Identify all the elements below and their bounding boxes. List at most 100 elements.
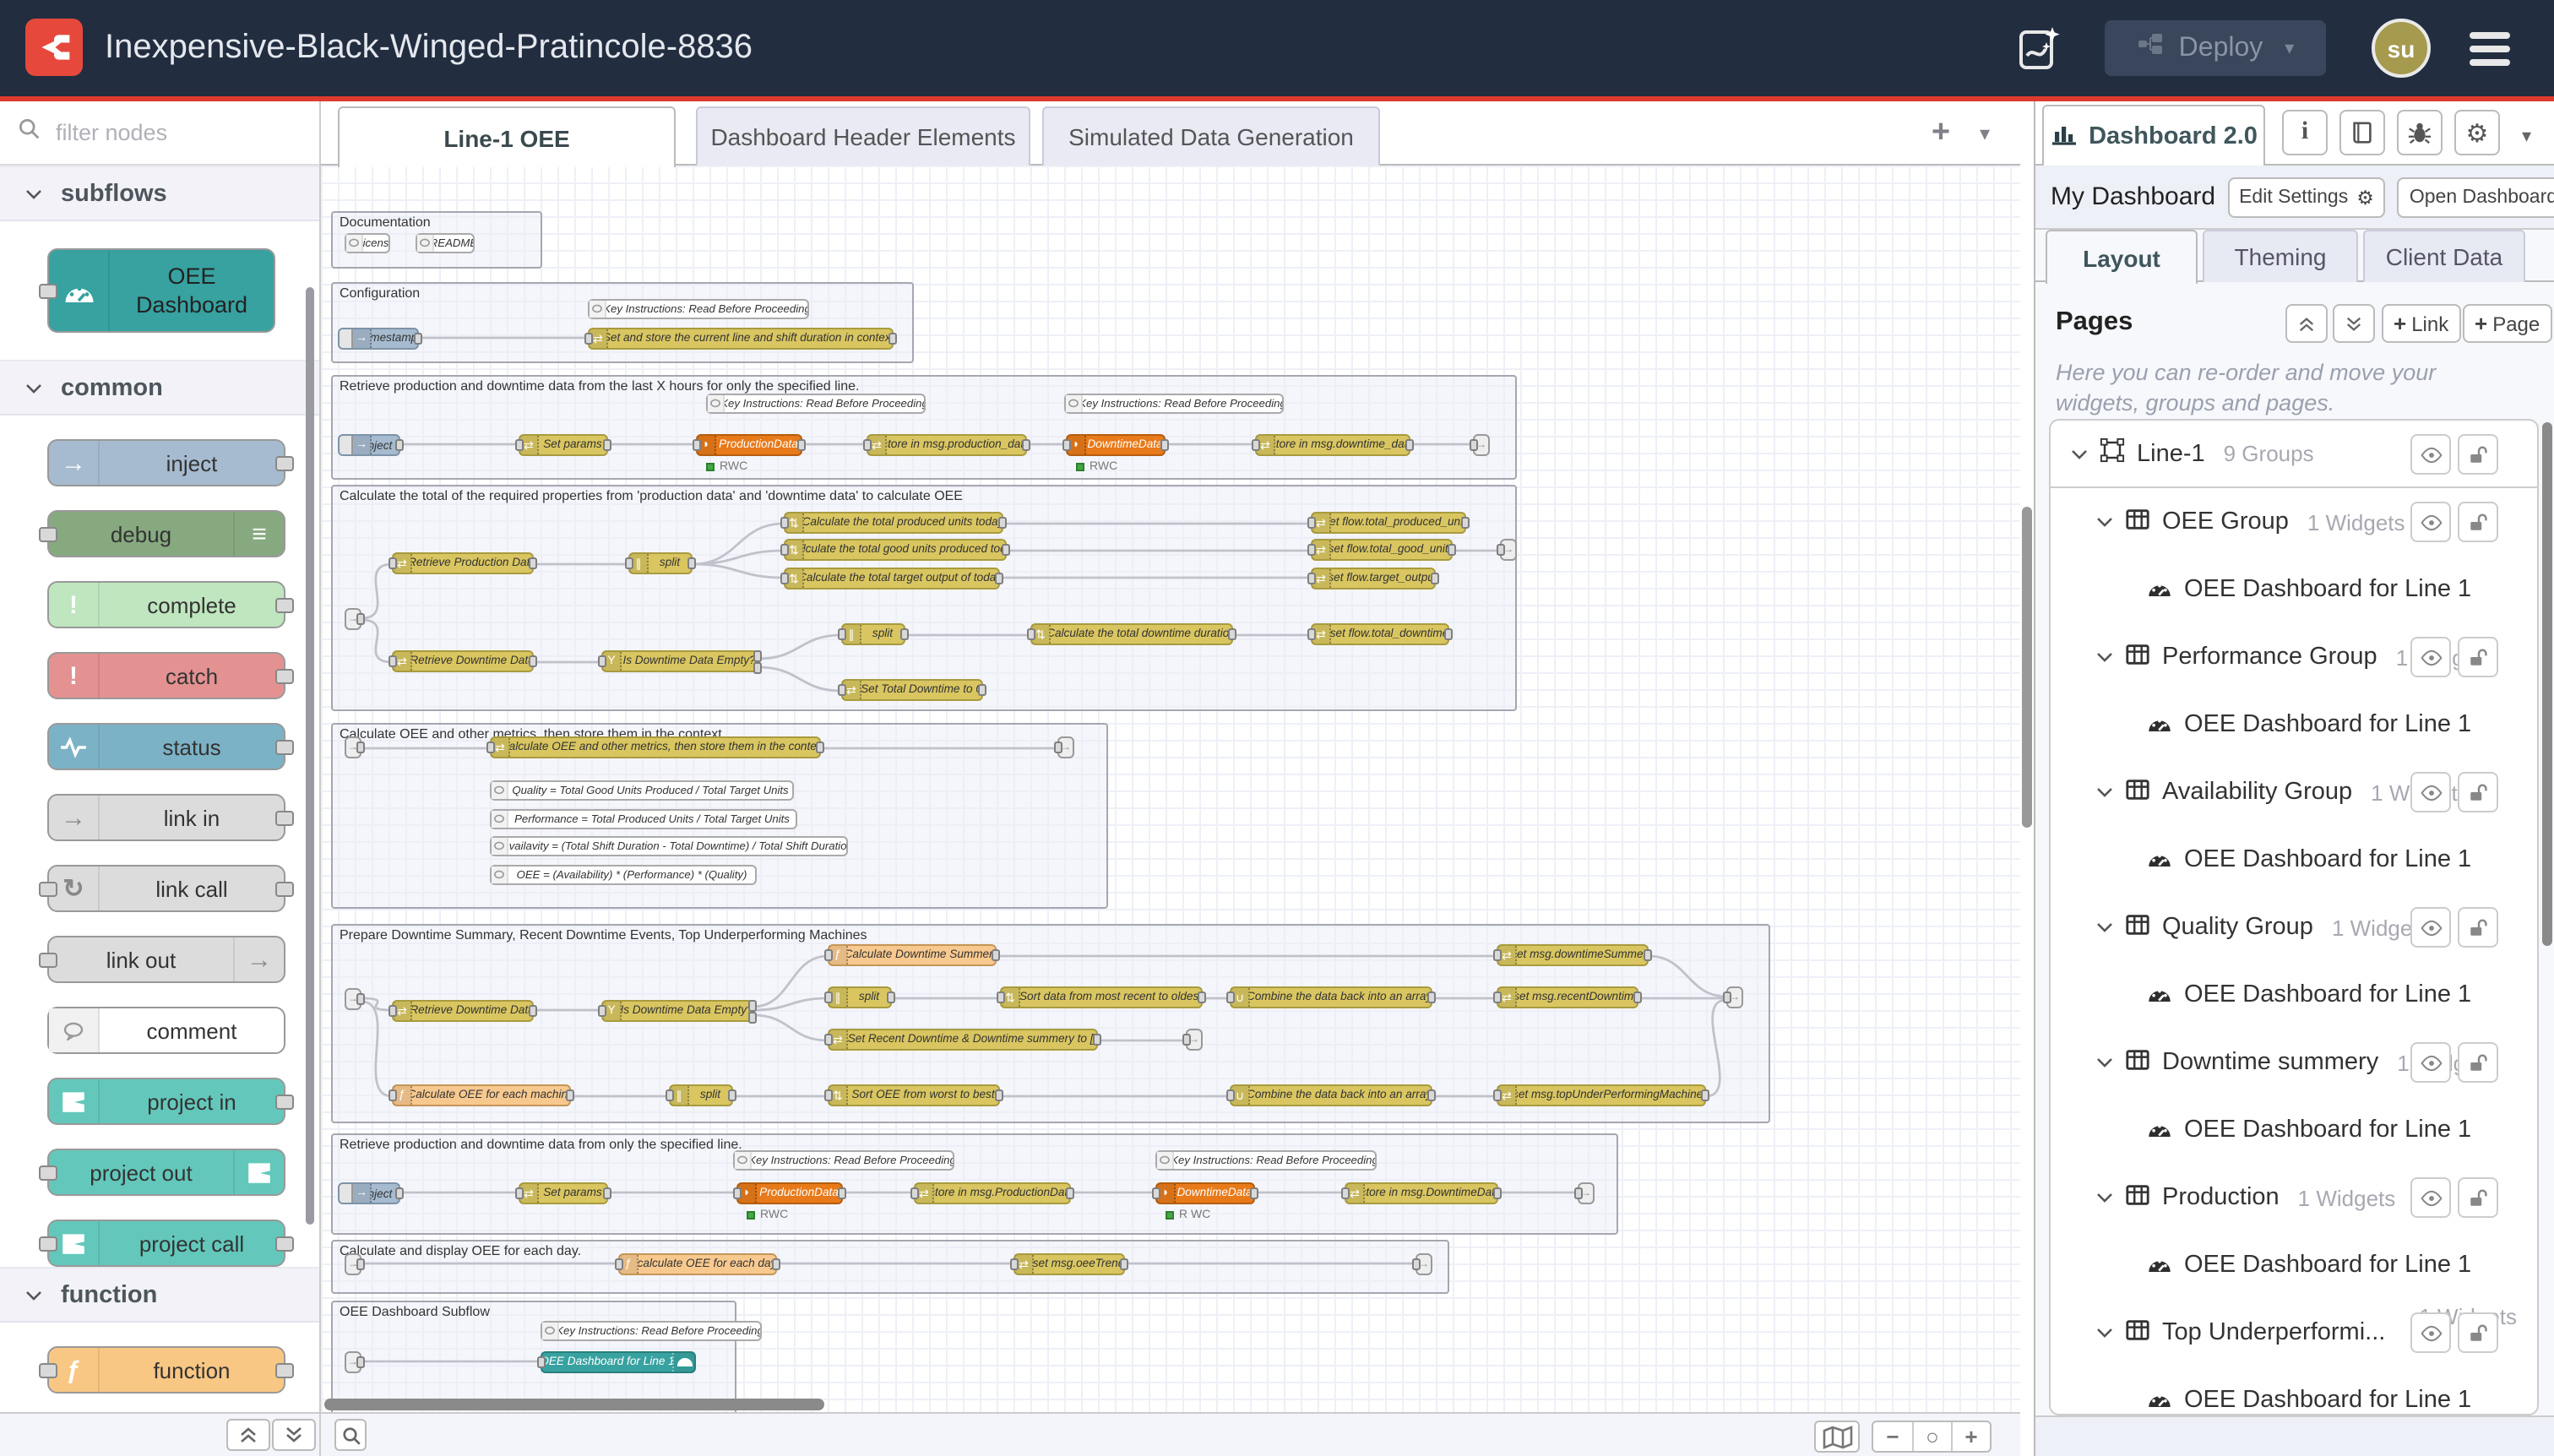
comment-node[interactable]: License	[345, 233, 390, 253]
sidebar-caret-icon[interactable]: ▾	[2522, 125, 2531, 147]
edit-settings-button[interactable]: Edit Settings⚙	[2227, 177, 2386, 217]
flow-node-change[interactable]: ⇄set msg.topUnderPerformingMachines	[1497, 1084, 1706, 1106]
flow-node-switch[interactable]: YIs Downtime Data Empty?	[601, 650, 758, 672]
node-port[interactable]	[693, 439, 701, 451]
node-port[interactable]	[395, 439, 404, 451]
deploy-caret-icon[interactable]: ▾	[2285, 37, 2294, 59]
node-port[interactable]	[566, 1089, 574, 1101]
flow-node-change[interactable]: ⇄Retrieve Downtime Data	[392, 650, 534, 672]
add-link-button[interactable]: +Link	[2382, 304, 2460, 343]
node-port[interactable]	[1066, 1187, 1074, 1199]
lock-toggle-button[interactable]	[2458, 502, 2498, 542]
palette-node-complete[interactable]: !complete	[47, 581, 285, 628]
palette-node-inject[interactable]: →inject	[47, 439, 285, 486]
node-port[interactable]	[603, 1187, 611, 1199]
node-port[interactable]	[748, 1012, 757, 1024]
flow-node-sort[interactable]: ⇅Calculate the total target output of to…	[784, 568, 1000, 589]
flow-node-linkin[interactable]: →	[345, 736, 361, 758]
node-port[interactable]	[1062, 439, 1071, 451]
node-port[interactable]	[780, 517, 789, 529]
node-port[interactable]	[1461, 517, 1470, 529]
node-port[interactable]	[780, 544, 789, 556]
tree-row-group[interactable]: Downtime summery1 Widgets	[2051, 1029, 2537, 1096]
palette-node-status[interactable]: status	[47, 723, 285, 770]
lock-toggle-button[interactable]	[2458, 1177, 2498, 1218]
user-avatar[interactable]: su	[2372, 19, 2431, 78]
node-port[interactable]	[824, 949, 833, 961]
flow-node-change[interactable]: ⇄set flow.target_output	[1311, 568, 1436, 589]
flow-node-inject[interactable]: →timestamp ¹	[338, 328, 419, 350]
tree-row-group[interactable]: Top Underperformi...1 Widgets	[2051, 1299, 2537, 1366]
flow-node-influx[interactable]: ◗ProductionData	[696, 434, 802, 456]
tab-theming[interactable]: Theming	[2203, 230, 2358, 282]
comment-node[interactable]: Key Instructions: Read Before Proceeding	[1155, 1150, 1377, 1171]
node-port[interactable]	[39, 953, 57, 968]
flow-node-change[interactable]: ⇄store in msg.ProductionData	[914, 1182, 1071, 1204]
node-port[interactable]	[824, 991, 833, 1003]
node-port[interactable]	[275, 669, 294, 684]
node-port[interactable]	[838, 1187, 846, 1199]
node-port[interactable]	[356, 1356, 365, 1368]
flow-node-split[interactable]: ∥split	[669, 1084, 733, 1106]
tree-row-widget[interactable]: OEE Dashboard for Line 1	[2051, 826, 2537, 894]
node-port[interactable]	[598, 1005, 606, 1017]
comment-node[interactable]: README	[416, 233, 475, 253]
node-port[interactable]	[753, 650, 762, 662]
comment-node[interactable]: Key Instructions: Read Before Proceeding	[588, 299, 809, 319]
node-port[interactable]	[978, 684, 986, 696]
comment-node[interactable]: Key Instructions: Read Before Proceeding	[541, 1321, 762, 1341]
hamburger-menu-icon[interactable]	[2470, 32, 2510, 66]
flow-node-join[interactable]: ∪Combine the data back into an array.	[1230, 986, 1432, 1008]
chevron-down-icon[interactable]	[2096, 1049, 2113, 1076]
flow-node-change[interactable]: ⇄Set and store the current line and shif…	[588, 328, 894, 350]
node-port[interactable]	[395, 1187, 404, 1199]
node-port[interactable]	[1427, 1089, 1436, 1101]
tree-row-group[interactable]: Production1 Widgets	[2051, 1164, 2537, 1231]
flow-node-linkin[interactable]: →	[345, 988, 361, 1010]
node-port[interactable]	[529, 1005, 537, 1017]
node-port[interactable]	[1307, 517, 1316, 529]
flow-group[interactable]: Calculate and display OEE for each day.	[331, 1240, 1449, 1294]
flow-tab[interactable]: Dashboard Header Elements	[696, 106, 1030, 166]
flow-node-linkin[interactable]: →	[345, 1253, 361, 1275]
flow-node-change[interactable]: ⇄Set Total Downtime to 0	[841, 679, 983, 701]
node-port[interactable]	[1412, 1258, 1421, 1270]
node-port[interactable]	[625, 557, 633, 569]
flow-list-caret-icon[interactable]: ▾	[1980, 122, 1990, 145]
palette-node-comment[interactable]: comment	[47, 1007, 285, 1054]
tab-layout[interactable]: Layout	[2046, 230, 2198, 284]
visibility-toggle-button[interactable]	[2410, 772, 2451, 812]
flow-group[interactable]: Retrieve production and downtime data fr…	[331, 375, 1517, 480]
flow-node-change[interactable]: ⇄set msg.recentDowntime	[1497, 986, 1638, 1008]
lock-toggle-button[interactable]	[2458, 1042, 2498, 1083]
palette-node-project-call[interactable]: project call	[47, 1220, 285, 1267]
chevron-down-icon[interactable]	[2071, 440, 2088, 467]
node-port[interactable]	[797, 439, 806, 451]
flow-node-sort[interactable]: ⇅Calculate the total downtime duration	[1030, 623, 1233, 645]
palette-category-function[interactable]: function	[0, 1267, 319, 1323]
open-dashboard-button[interactable]: Open Dashboard↗	[2398, 177, 2554, 217]
node-port[interactable]	[1054, 742, 1062, 753]
flow-node-change[interactable]: ⇄store in msg.production_data	[867, 434, 1027, 456]
node-port[interactable]	[1198, 991, 1206, 1003]
flow-node-join[interactable]: ∪Combine the data back into an array.	[1230, 1084, 1432, 1106]
comment-node[interactable]: Performance = Total Produced Units / Tot…	[490, 809, 797, 829]
canvas-vertical-scrollbar[interactable]	[2022, 507, 2032, 828]
node-port[interactable]	[1493, 1187, 1502, 1199]
node-port[interactable]	[1152, 1187, 1160, 1199]
visibility-toggle-button[interactable]	[2410, 1042, 2451, 1083]
gear-icon[interactable]: ⚙	[2454, 110, 2500, 155]
flow-node-change[interactable]: ⇄store in msg.downtime_data	[1255, 434, 1410, 456]
flow-node-switch[interactable]: YIs Downtime Data Empty?	[601, 1000, 753, 1022]
flow-node-split[interactable]: ∥split	[841, 623, 905, 645]
add-page-button[interactable]: +Page	[2463, 304, 2551, 343]
flow-node-inject[interactable]: →inject ↻	[338, 1182, 400, 1204]
flow-node-influx[interactable]: ◗DowntimeData	[1066, 434, 1166, 456]
node-port[interactable]	[529, 655, 537, 667]
node-port[interactable]	[1307, 628, 1316, 640]
palette-node-link-call[interactable]: ↻link call	[47, 865, 285, 912]
node-port[interactable]	[615, 1258, 623, 1270]
flow-node-sort[interactable]: ⇅Sort OEE from worst to best	[828, 1084, 1000, 1106]
expand-all-icon[interactable]	[2333, 304, 2375, 343]
lock-toggle-button[interactable]	[2458, 907, 2498, 948]
